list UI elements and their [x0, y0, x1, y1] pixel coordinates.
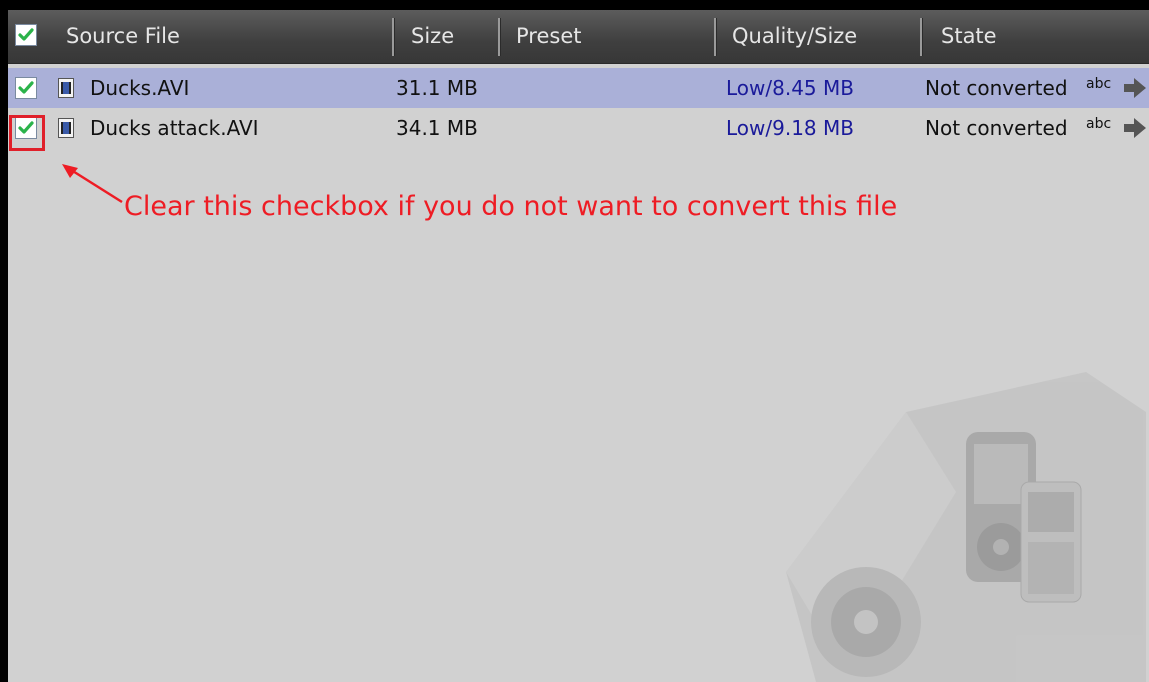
quality-size-link[interactable]: Low/8.45 MB	[726, 68, 854, 108]
column-divider[interactable]	[920, 18, 923, 56]
converter-window: Source File Size Preset Quality/Size Sta…	[0, 0, 1149, 682]
file-size: 34.1 MB	[396, 116, 478, 140]
column-header-source-file[interactable]: Source File	[66, 10, 180, 63]
abc-badge: abc	[1086, 116, 1112, 132]
state-text: Not converted	[925, 116, 1068, 140]
column-divider[interactable]	[498, 18, 501, 56]
row-checkbox[interactable]	[15, 77, 37, 99]
file-list-panel: Source File Size Preset Quality/Size Sta…	[8, 10, 1149, 682]
arrow-right-icon[interactable]	[1124, 78, 1146, 98]
checkmark-icon	[18, 81, 34, 94]
file-name: Ducks attack.AVI	[90, 116, 259, 140]
video-file-icon	[58, 118, 74, 138]
column-divider[interactable]	[392, 18, 395, 56]
column-header-quality-size[interactable]: Quality/Size	[732, 10, 857, 63]
file-row[interactable]: Ducks attack.AVI 34.1 MB Low/9.18 MB Not…	[8, 108, 1149, 148]
abc-badge: abc	[1086, 76, 1112, 92]
quality-size-link[interactable]: Low/9.18 MB	[726, 108, 854, 148]
file-row[interactable]: Ducks.AVI 31.1 MB Low/8.45 MB Not conver…	[8, 68, 1149, 108]
select-all-checkbox[interactable]	[15, 24, 37, 46]
column-divider[interactable]	[714, 18, 717, 56]
annotation-arrow-icon	[62, 164, 123, 204]
annotation-text: Clear this checkbox if you do not want t…	[124, 191, 898, 222]
column-header-preset[interactable]: Preset	[516, 10, 581, 63]
file-list-header: Source File Size Preset Quality/Size Sta…	[8, 10, 1149, 64]
checkbox-highlight	[9, 115, 45, 151]
arrow-right-icon[interactable]	[1124, 118, 1146, 138]
checkmark-icon	[18, 28, 34, 41]
video-file-icon	[58, 78, 74, 98]
devices-box-watermark	[786, 372, 1146, 682]
column-header-size[interactable]: Size	[411, 10, 454, 63]
state-text: Not converted	[925, 76, 1068, 100]
column-header-state[interactable]: State	[941, 10, 997, 63]
file-size: 31.1 MB	[396, 76, 478, 100]
file-name: Ducks.AVI	[90, 76, 190, 100]
